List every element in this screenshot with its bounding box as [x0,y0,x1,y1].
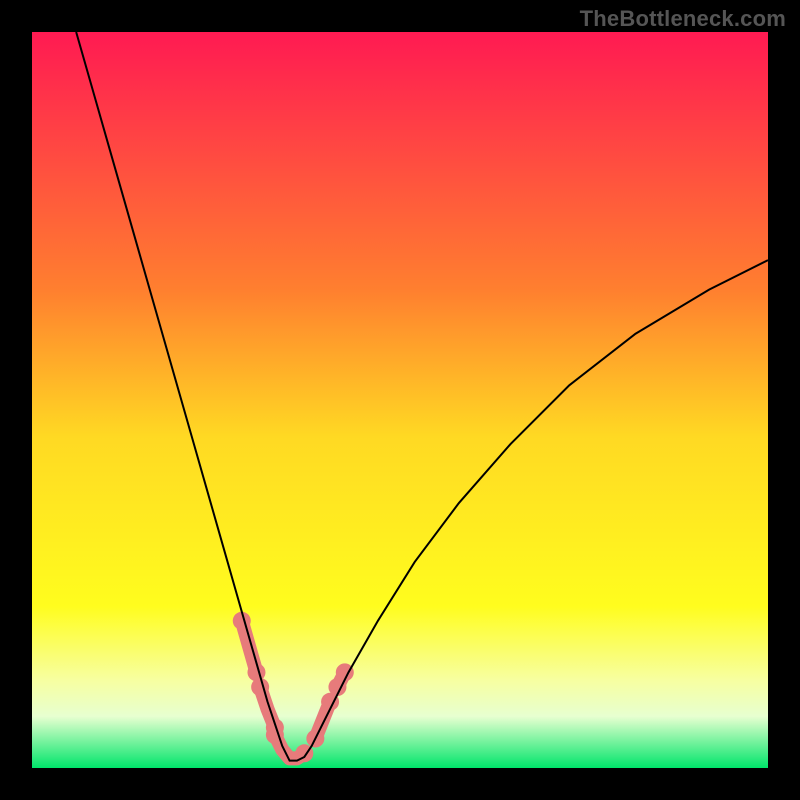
watermark-text: TheBottleneck.com [580,6,786,32]
chart-background [32,32,768,768]
chart-frame: TheBottleneck.com [0,0,800,800]
chart-plot-area [32,32,768,768]
